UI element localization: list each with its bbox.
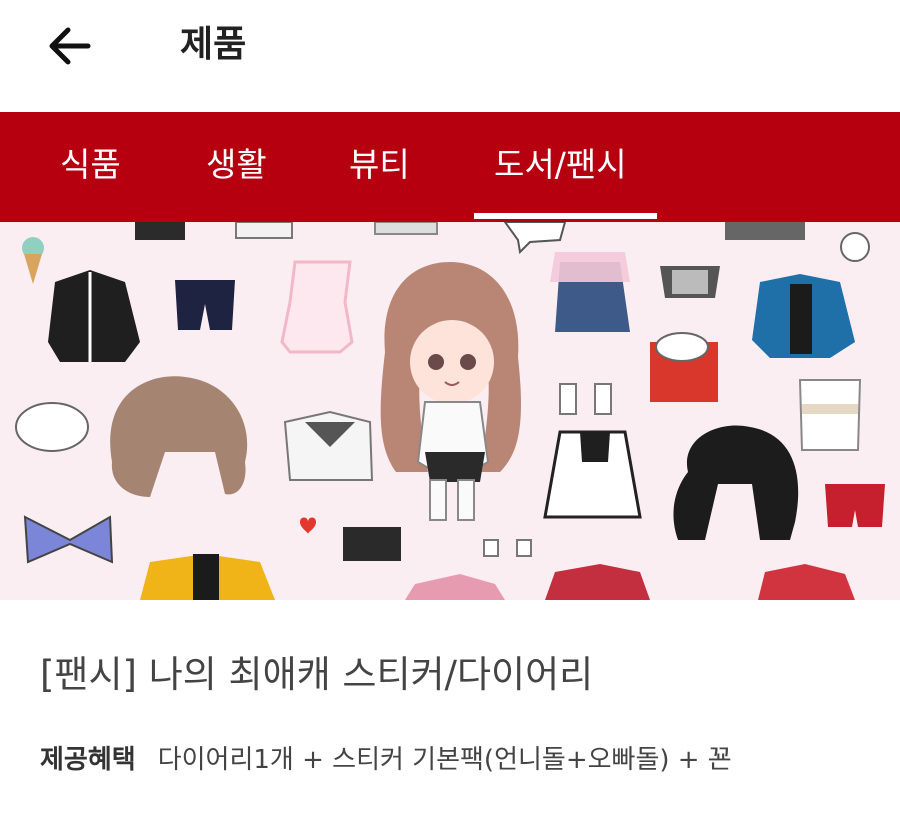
active-tab-indicator xyxy=(474,213,657,219)
tab-beauty[interactable]: 뷰티 xyxy=(349,142,410,188)
back-button[interactable] xyxy=(42,18,98,74)
product-banner-image xyxy=(0,222,900,600)
category-tab-bar xyxy=(0,112,900,222)
page-title: 제품 xyxy=(180,24,247,65)
tab-living[interactable]: 생활 xyxy=(206,142,267,188)
benefit-text: 다이어리1개 + 스티커 기본팩(언니돌+오빠돌) + 꾠 xyxy=(157,745,732,775)
tab-food[interactable]: 식품 xyxy=(60,142,121,188)
tab-books-fancy[interactable]: 도서/팬시 xyxy=(494,142,627,188)
product-benefit-row: 제공혜택 다이어리1개 + 스티커 기본팩(언니돌+오빠돌) + 꾠 xyxy=(40,738,732,782)
benefit-label: 제공혜택 xyxy=(40,745,136,775)
app-header: 제품 xyxy=(0,0,900,112)
product-title: [팬시] 나의 최애캐 스티커/다이어리 xyxy=(40,653,594,696)
arrow-left-icon xyxy=(49,27,91,65)
